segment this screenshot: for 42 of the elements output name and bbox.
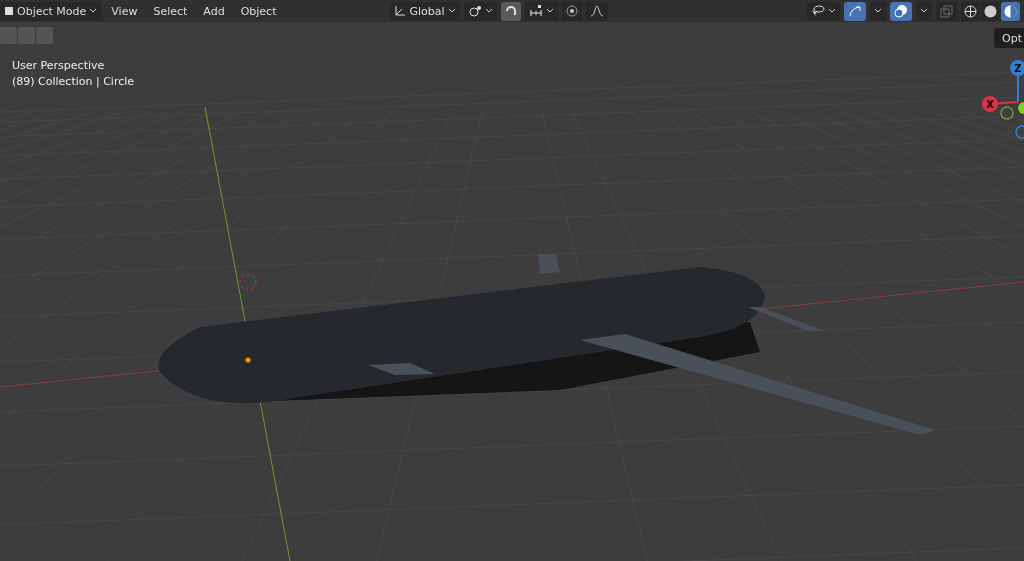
overlay-toggle[interactable] xyxy=(890,1,912,21)
falloff-menu[interactable] xyxy=(585,1,608,21)
curve-icon xyxy=(589,5,604,17)
globe-icon xyxy=(964,4,977,18)
caret-icon xyxy=(874,8,882,14)
increment-icon xyxy=(528,5,543,17)
xray-icon xyxy=(940,4,953,18)
target-icon xyxy=(565,5,578,17)
snap-toggle[interactable] xyxy=(500,1,521,21)
caret-icon xyxy=(89,8,98,14)
caret-icon xyxy=(920,8,928,14)
link-icon xyxy=(467,5,482,17)
menu-item[interactable]: Object xyxy=(234,4,283,18)
snap-menu[interactable] xyxy=(524,1,558,21)
caret-icon xyxy=(447,8,456,14)
visibility-menu[interactable] xyxy=(807,1,840,21)
shading-button[interactable] xyxy=(981,1,1000,21)
axes-icon xyxy=(394,5,407,17)
menu-item[interactable]: Add xyxy=(197,4,231,18)
pivot-menu[interactable] xyxy=(463,1,497,21)
sphere-icon xyxy=(984,4,997,18)
proportional-toggle[interactable] xyxy=(561,1,582,21)
caret-icon xyxy=(484,8,493,14)
caret-icon xyxy=(828,8,836,14)
mode-menu[interactable]: Object Mode xyxy=(0,1,102,21)
sphere-icon xyxy=(1004,4,1017,18)
caret-icon xyxy=(545,8,554,14)
overlay-icon xyxy=(894,4,908,18)
xray-toggle[interactable] xyxy=(936,1,957,21)
shading-button[interactable] xyxy=(961,1,980,21)
cube-icon xyxy=(4,6,14,16)
menu-item[interactable]: Select xyxy=(147,4,194,18)
arrow-icon xyxy=(848,5,862,17)
orientation-menu[interactable]: Global xyxy=(390,1,460,21)
options-button[interactable]: Opt xyxy=(994,28,1024,48)
magnet-icon xyxy=(504,5,517,17)
axis-gizmo-drawing: Z X xyxy=(980,58,1024,140)
viewport-info-text: (89) Collection | Circle xyxy=(12,75,135,88)
gizmo-toggle[interactable] xyxy=(844,1,866,21)
shading-button[interactable] xyxy=(1001,1,1020,21)
menu-item[interactable]: View xyxy=(105,4,144,18)
viewport-info-text: User Perspective xyxy=(12,59,106,72)
